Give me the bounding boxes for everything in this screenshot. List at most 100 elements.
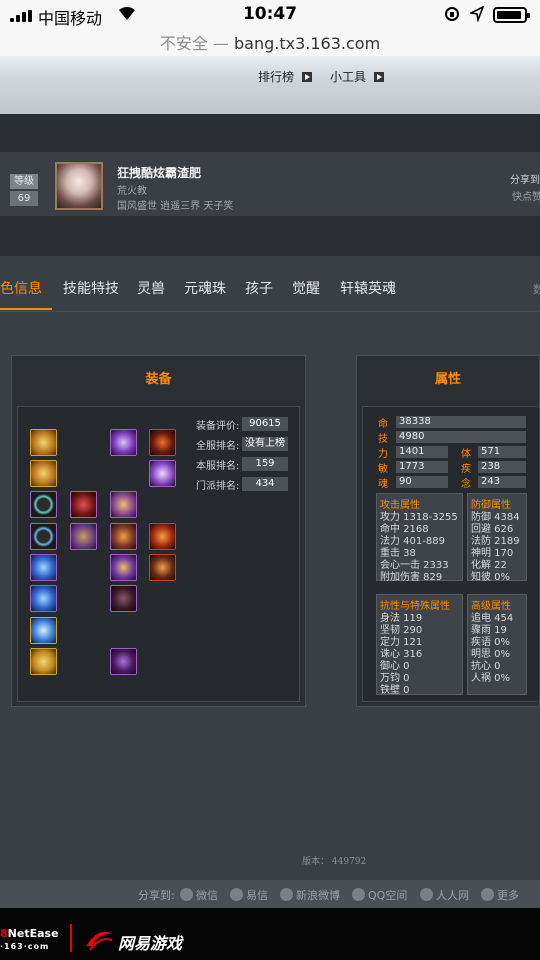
- share-to-link[interactable]: 分享到: [510, 171, 540, 186]
- equip-slot[interactable]: [30, 429, 57, 456]
- equip-slot[interactable]: [30, 460, 57, 487]
- tab-children[interactable]: 孩子: [245, 278, 273, 298]
- arrow-icon: [302, 72, 313, 82]
- footer: 8NetEase ·163·com 网易游戏: [0, 908, 540, 960]
- stat-value: 238: [478, 461, 526, 473]
- active-tab-indicator: [0, 308, 52, 310]
- stat-key: 体: [461, 449, 471, 460]
- stat-value: 90: [396, 476, 448, 488]
- defense-line: 知彼 0%: [471, 572, 511, 583]
- yixin-icon: [230, 888, 243, 901]
- stat-value: 1401: [396, 446, 448, 458]
- equip-slot[interactable]: [30, 491, 57, 518]
- url-separator: —: [212, 34, 229, 53]
- stat-key: 命: [378, 419, 388, 430]
- netease-games-text[interactable]: 网易游戏: [118, 930, 182, 954]
- footer-divider: [70, 924, 72, 952]
- stat-key: 技: [378, 434, 388, 445]
- share-weibo[interactable]: 新浪微博: [280, 887, 340, 903]
- spacer-band: [0, 114, 540, 152]
- equip-slot[interactable]: [110, 585, 137, 612]
- equip-slot[interactable]: [110, 429, 137, 456]
- equip-score-value: 90615: [242, 417, 288, 431]
- tab-pets[interactable]: 灵兽: [137, 278, 165, 298]
- equip-slot[interactable]: [30, 648, 57, 675]
- url-bar[interactable]: 不安全 — bang.tx3.163.com: [0, 30, 540, 56]
- like-button[interactable]: 快点赞: [512, 188, 540, 203]
- url-domain: bang.tx3.163.com: [234, 34, 381, 53]
- wechat-icon: [180, 888, 193, 901]
- weibo-icon: [280, 888, 293, 901]
- resist-line: 铁壁 0: [380, 685, 410, 696]
- stat-key: 疾: [461, 464, 471, 475]
- tab-more[interactable]: 数: [533, 281, 540, 297]
- stat-key: 力: [378, 449, 388, 460]
- equipment-title: 装备: [145, 372, 172, 387]
- global-rank-label: 全服排名:: [196, 441, 240, 452]
- renren-icon: [420, 888, 433, 901]
- equip-slot[interactable]: [30, 617, 57, 644]
- equip-slot[interactable]: [30, 523, 57, 550]
- status-bar: 中国移动 10:47: [0, 0, 540, 30]
- spacer-band: [0, 216, 540, 256]
- tab-soul-beads[interactable]: 元魂珠: [184, 278, 226, 298]
- attributes-body: 命 38338 技 4980 力 1401 体 571 敏 1773 疾 238…: [362, 406, 540, 702]
- advanced-attributes-box: 高级属性 追电 454 骤雨 19 疾语 0% 明思 0% 抗心 0 人祸 0%: [467, 594, 527, 695]
- plus-icon: [481, 888, 494, 901]
- equipment-grid: 装备评价: 90615 全服排名: 没有上榜 本服排名: 159 门派排名: 4…: [17, 406, 300, 702]
- equip-slot[interactable]: [149, 523, 176, 550]
- level-value: 69: [10, 191, 38, 206]
- netease-games-logo-icon: [86, 931, 113, 951]
- ranking-link[interactable]: 排行榜: [258, 68, 313, 85]
- share-renren[interactable]: 人人网: [420, 887, 469, 903]
- tab-bar: 色信息 技能特技 灵兽 元魂珠 孩子 觉醒 轩辕英魂 数: [0, 256, 540, 312]
- insecure-label: 不安全: [159, 34, 208, 53]
- orientation-lock-icon: [445, 7, 459, 21]
- avatar: [55, 162, 103, 210]
- netease-logo[interactable]: 8NetEase ·163·com: [0, 928, 59, 952]
- location-icon: [470, 6, 484, 22]
- sect-rank-value: 434: [242, 477, 288, 491]
- stat-value: 38338: [396, 416, 526, 428]
- server-rank-label: 本服排名:: [196, 461, 240, 472]
- equip-slot[interactable]: [30, 585, 57, 612]
- share-qzone[interactable]: QQ空间: [352, 887, 407, 903]
- equip-slot[interactable]: [110, 554, 137, 581]
- share-yixin[interactable]: 易信: [230, 887, 268, 903]
- share-more[interactable]: 更多: [481, 887, 519, 903]
- equip-slot[interactable]: [110, 648, 137, 675]
- tab-skills[interactable]: 技能特技: [63, 278, 119, 298]
- character-sect: 荒火教: [117, 186, 147, 197]
- stat-key: 敏: [378, 464, 388, 475]
- equipment-panel: 装备 装备评价: 90615 全服排名: 没有上榜 本服排名: 159 门派排名…: [11, 355, 306, 707]
- defense-attributes-box: 防御属性 防御 4384 回避 626 法防 2189 神明 170 化解 22…: [467, 493, 527, 583]
- stat-value: 243: [478, 476, 526, 488]
- character-name: 狂拽酷炫霸渣肥: [117, 166, 202, 180]
- equip-score-label: 装备评价:: [196, 421, 240, 432]
- stat-value: 1773: [396, 461, 448, 473]
- attack-attributes-box: 攻击属性 攻力 1318-3255 命中 2168 法力 401-889 重击 …: [376, 493, 463, 583]
- share-bar: 分享到: 微信 易信 新浪微博 QQ空间 人人网 更多: [0, 880, 540, 908]
- equip-slot[interactable]: [30, 554, 57, 581]
- equip-slot[interactable]: [70, 523, 97, 550]
- tab-character-info[interactable]: 色信息: [0, 278, 42, 298]
- arrow-icon: [374, 72, 385, 82]
- tools-link[interactable]: 小工具: [330, 68, 385, 85]
- equip-slot[interactable]: [110, 523, 137, 550]
- tab-heroes[interactable]: 轩辕英魂: [340, 278, 396, 298]
- tab-awakening[interactable]: 觉醒: [292, 278, 320, 298]
- equip-slot[interactable]: [149, 554, 176, 581]
- version-label: 版本： 449792: [302, 857, 367, 867]
- character-server: 国风盛世 逍遥三界 天子笑: [117, 201, 234, 212]
- share-wechat[interactable]: 微信: [180, 887, 218, 903]
- equip-slot[interactable]: [149, 460, 176, 487]
- share-label: 分享到:: [138, 889, 175, 902]
- equip-slot[interactable]: [149, 429, 176, 456]
- attributes-title: 属性: [434, 372, 461, 387]
- equip-slot[interactable]: [70, 491, 97, 518]
- equip-slot[interactable]: [110, 491, 137, 518]
- qzone-icon: [352, 888, 365, 901]
- stat-key: 魂: [378, 479, 388, 490]
- stat-value: 571: [478, 446, 526, 458]
- advanced-line: 人祸 0%: [471, 673, 511, 684]
